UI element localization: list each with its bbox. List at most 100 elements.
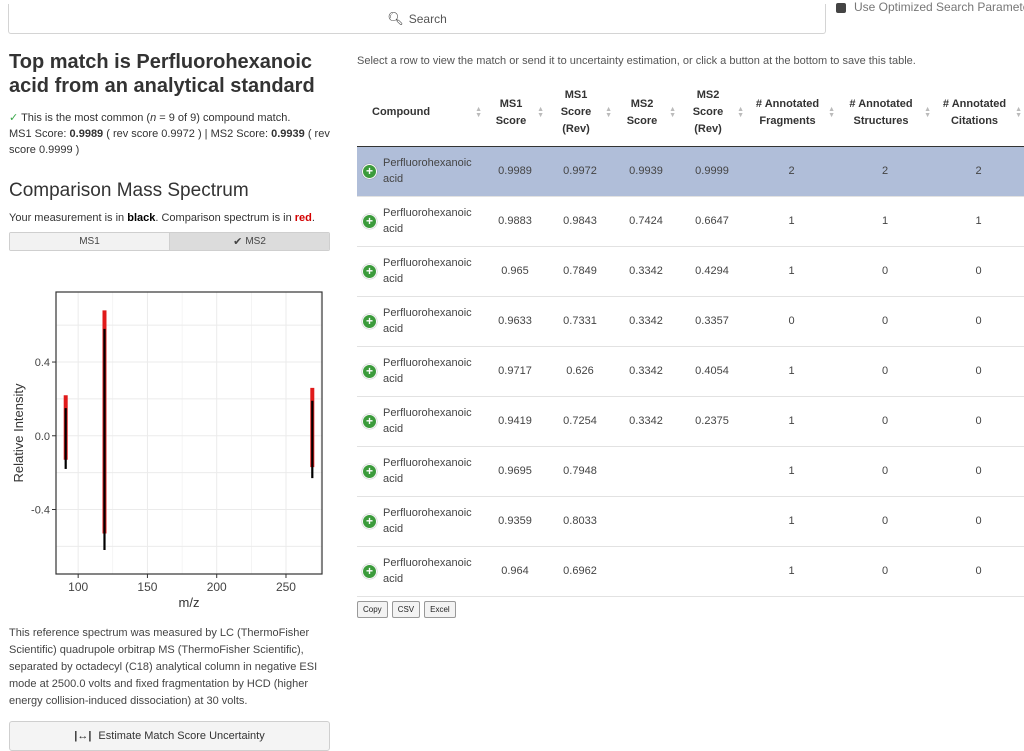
compound-name: Perfluorohexanoic acid <box>383 407 472 435</box>
compound-name: Perfluorohexanoic acid <box>383 457 472 485</box>
compound-cell-content: + Perfluorohexanoic acid <box>358 355 483 387</box>
compound-name: Perfluorohexanoic acid <box>383 557 472 585</box>
compound-name: Perfluorohexanoic acid <box>383 307 472 335</box>
expand-plus-icon[interactable]: + <box>362 213 377 229</box>
expand-plus-icon[interactable]: + <box>362 513 377 529</box>
column-header[interactable]: # Annotated Fragments ▲ ▼ <box>746 80 837 147</box>
expand-plus-icon[interactable]: + <box>362 363 377 379</box>
note-mid: . Comparison spectrum is in <box>155 212 295 224</box>
table-row[interactable]: + Perfluorohexanoic acid 0.9359 0.8033 1 0 0 <box>357 496 1024 547</box>
sort-icon: ▲ ▼ <box>475 105 482 119</box>
column-header[interactable]: MS1 Score (Rev) ▲ ▼ <box>546 80 614 147</box>
table-cell: 0.9843 <box>546 196 614 247</box>
table-cell: 0 <box>837 296 933 347</box>
estimate-uncertainty-button[interactable]: |↔| Estimate Match Score Uncertainty <box>9 721 330 751</box>
compound-cell: + Perfluorohexanoic acid <box>357 496 484 547</box>
table-row[interactable]: + Perfluorohexanoic acid 0.9883 0.9843 0.742… <box>357 196 1024 247</box>
table-cell <box>614 546 678 597</box>
table-cell <box>614 496 678 547</box>
table-cell: 2 <box>746 146 837 197</box>
table-cell: 1 <box>837 196 933 247</box>
table-cell: 0.2375 <box>678 396 746 447</box>
table-cell: 0.9633 <box>484 296 546 347</box>
table-cell: 1 <box>933 196 1024 247</box>
y-tick-label: -0.4 <box>31 504 50 516</box>
note-red: red <box>294 212 312 224</box>
copy-button[interactable]: Copy <box>357 601 388 618</box>
tab-ms2-label: MS2 <box>245 236 266 247</box>
column-header[interactable]: # Annotated Citations ▲ ▼ <box>933 80 1024 147</box>
optimized-params-checkbox[interactable]: Use Optimized Search Parameters <box>836 0 1024 14</box>
compound-name: Perfluorohexanoic acid <box>383 357 472 385</box>
table-row[interactable]: + Perfluorohexanoic acid 0.9695 0.7948 1 0 0 <box>357 446 1024 497</box>
expand-plus-icon[interactable]: + <box>362 413 377 429</box>
table-cell: 1 <box>746 196 837 247</box>
search-button[interactable]: 🔍︎ Search <box>8 4 826 34</box>
column-header[interactable]: # Annotated Structures ▲ ▼ <box>837 80 933 147</box>
table-cell: 0.3342 <box>614 296 678 347</box>
y-axis-label: Relative Intensity <box>11 383 26 482</box>
column-header[interactable]: MS2 Score ▲ ▼ <box>614 80 678 147</box>
x-tick-label: 150 <box>137 580 157 594</box>
checkmark-icon: ✔ <box>233 236 243 248</box>
expand-plus-icon[interactable]: + <box>362 463 377 479</box>
table-cell: 0.8033 <box>546 496 614 547</box>
checkbox-icon <box>836 3 846 13</box>
x-tick-label: 250 <box>276 580 296 594</box>
table-cell: 1 <box>746 546 837 597</box>
column-header[interactable]: MS2 Score (Rev) ▲ ▼ <box>678 80 746 147</box>
table-cell: 0.626 <box>546 346 614 397</box>
table-cell: 0.7254 <box>546 396 614 447</box>
expand-plus-icon[interactable]: + <box>362 563 377 579</box>
table-cell: 0.964 <box>484 546 546 597</box>
table-cell: 0 <box>837 446 933 497</box>
title-prefix: Top match is <box>9 51 137 73</box>
tab-ms2[interactable]: ✔ MS2 <box>170 233 329 250</box>
mass-spectrum-plot: 100 150 200 250 -0.4 0.0 0.4 m/z Relative Intens… <box>0 278 330 620</box>
compound-cell-content: + Perfluorohexanoic acid <box>358 205 483 237</box>
table-cell: 0.9999 <box>678 146 746 197</box>
compound-cell-content: + Perfluorohexanoic acid <box>358 405 483 437</box>
reference-description: This reference spectrum was measured by … <box>9 627 318 707</box>
expand-plus-icon[interactable]: + <box>362 163 377 179</box>
column-header[interactable]: Compound ▲ ▼ <box>357 80 484 147</box>
table-row[interactable]: + Perfluorohexanoic acid 0.964 0.6962 1 0 0 <box>357 546 1024 597</box>
table-cell <box>678 446 746 497</box>
table-cell: 0.9695 <box>484 446 546 497</box>
column-header-label: # Annotated Fragments <box>755 97 820 127</box>
table-row[interactable]: + Perfluorohexanoic acid 0.9633 0.7331 0.334… <box>357 296 1024 347</box>
spectrum-chart: 100 150 200 250 -0.4 0.0 0.4 m/z Relative Intens… <box>11 291 323 610</box>
compound-cell: + Perfluorohexanoic acid <box>357 246 484 297</box>
column-header-label: MS2 Score (Rev) <box>692 89 724 136</box>
table-row[interactable]: + Perfluorohexanoic acid 0.9419 0.7254 0.334… <box>357 396 1024 447</box>
table-row[interactable]: + Perfluorohexanoic acid 0.9717 0.626 0.3342… <box>357 346 1024 397</box>
tab-ms1-label: MS1 <box>79 236 100 247</box>
table-cell: 0.9883 <box>484 196 546 247</box>
y-tick-label: 0.4 <box>35 357 50 369</box>
expand-plus-icon[interactable]: + <box>362 263 377 279</box>
table-cell: 1 <box>746 346 837 397</box>
column-header[interactable]: MS1 Score ▲ ▼ <box>484 80 546 147</box>
table-cell: 0 <box>837 546 933 597</box>
csv-button[interactable]: CSV <box>391 601 421 618</box>
excel-button[interactable]: Excel <box>424 601 456 618</box>
expand-plus-icon[interactable]: + <box>362 313 377 329</box>
compound-cell-content: + Perfluorohexanoic acid <box>358 505 483 537</box>
table-cell: 0.6647 <box>678 196 746 247</box>
table-cell: 0 <box>933 496 1024 547</box>
sort-icon: ▲ ▼ <box>669 105 676 119</box>
table-row[interactable]: + Perfluorohexanoic acid 0.9989 0.9972 0.993… <box>357 146 1024 197</box>
tab-ms1[interactable]: MS1 <box>10 233 170 250</box>
column-header-label: # Annotated Structures <box>849 97 913 127</box>
table-cell <box>678 546 746 597</box>
table-row[interactable]: + Perfluorohexanoic acid 0.965 0.7849 0.3342… <box>357 246 1024 297</box>
table-cell: 0 <box>837 346 933 397</box>
export-buttons: Copy CSV Excel <box>357 601 456 618</box>
table-cell: 0.965 <box>484 246 546 297</box>
compound-cell-content: + Perfluorohexanoic acid <box>358 555 483 587</box>
common-post: = 9 of 9) compound match. <box>156 112 291 124</box>
table-cell: 0.3357 <box>678 296 746 347</box>
column-header-label: Compound <box>372 106 431 119</box>
compound-name: Perfluorohexanoic acid <box>383 257 472 285</box>
table-cell: 0.3342 <box>614 346 678 397</box>
